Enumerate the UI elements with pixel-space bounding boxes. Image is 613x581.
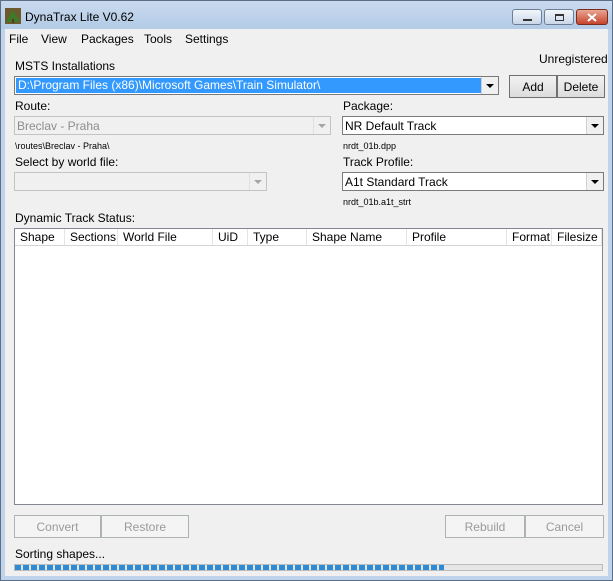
- delete-installation-button[interactable]: Delete: [557, 75, 605, 98]
- route-path: \routes\Breclav - Praha\: [15, 141, 110, 151]
- menu-packages[interactable]: Packages: [81, 32, 134, 46]
- dynamic-track-status-label: Dynamic Track Status:: [15, 211, 136, 225]
- column-header-shape[interactable]: Shape: [15, 229, 65, 245]
- app-icon: [5, 8, 21, 24]
- title-bar[interactable]: DynaTrax Lite V0.62: [1, 1, 612, 29]
- track-profile-id: nrdt_01b.a1t_strt: [343, 197, 412, 207]
- status-text: Sorting shapes...: [15, 547, 106, 561]
- menu-view[interactable]: View: [41, 32, 67, 46]
- package-select[interactable]: NR Default Track: [342, 116, 604, 135]
- menu-file[interactable]: File: [9, 32, 28, 46]
- world-file-select: [14, 172, 267, 191]
- track-profile-label: Track Profile:: [343, 155, 414, 169]
- route-select: Breclav - Praha: [14, 116, 331, 135]
- column-header-sections[interactable]: Sections: [65, 229, 118, 245]
- column-header-world-file[interactable]: World File: [118, 229, 213, 245]
- package-file: nrdt_01b.dpp: [343, 141, 397, 151]
- chevron-down-icon[interactable]: [586, 173, 603, 190]
- progress-fill: [15, 565, 444, 570]
- header-divider: [15, 245, 602, 246]
- close-icon: [587, 12, 597, 22]
- restore-button[interactable]: Restore: [101, 515, 189, 538]
- column-header-shape-name[interactable]: Shape Name: [307, 229, 407, 245]
- package-label: Package:: [343, 99, 394, 113]
- menu-settings[interactable]: Settings: [185, 32, 228, 46]
- chevron-down-icon: [313, 117, 330, 134]
- rebuild-button[interactable]: Rebuild: [445, 515, 525, 538]
- track-status-list[interactable]: Shape Sections World File UiD Type Shape…: [14, 228, 603, 505]
- minimize-icon: [522, 18, 532, 21]
- column-header-type[interactable]: Type: [248, 229, 307, 245]
- chevron-down-icon[interactable]: [481, 77, 498, 94]
- column-header-uid[interactable]: UiD: [213, 229, 248, 245]
- route-value: Breclav - Praha: [17, 119, 100, 133]
- cancel-button[interactable]: Cancel: [525, 515, 604, 538]
- column-header-filesize[interactable]: Filesize: [552, 229, 602, 245]
- menu-tools[interactable]: Tools: [144, 32, 172, 46]
- track-profile-value: A1t Standard Track: [345, 175, 448, 189]
- track-profile-select[interactable]: A1t Standard Track: [342, 172, 604, 191]
- msts-installation-select[interactable]: D:\Program Files (x86)\Microsoft Games\T…: [14, 76, 499, 95]
- world-file-label: Select by world file:: [15, 155, 119, 169]
- registration-status: Unregistered: [539, 52, 608, 66]
- chevron-down-icon: [249, 173, 266, 190]
- progress-bar: [14, 564, 603, 571]
- column-header-format[interactable]: Format: [507, 229, 552, 245]
- maximize-button[interactable]: [544, 9, 574, 25]
- app-window: DynaTrax Lite V0.62 File View Packages T…: [0, 0, 613, 581]
- msts-installation-value: D:\Program Files (x86)\Microsoft Games\T…: [16, 78, 483, 93]
- minimize-button[interactable]: [512, 9, 542, 25]
- route-label: Route:: [15, 99, 51, 113]
- msts-installations-label: MSTS Installations: [15, 59, 116, 73]
- menu-bar: File View Packages Tools Settings: [5, 29, 608, 48]
- window-title: DynaTrax Lite V0.62: [25, 10, 134, 24]
- column-header-profile[interactable]: Profile: [407, 229, 507, 245]
- package-value: NR Default Track: [345, 119, 437, 133]
- maximize-icon: [554, 13, 564, 21]
- chevron-down-icon[interactable]: [586, 117, 603, 134]
- client-area: File View Packages Tools Settings Unregi…: [5, 29, 608, 576]
- add-installation-button[interactable]: Add: [509, 75, 557, 98]
- convert-button[interactable]: Convert: [14, 515, 101, 538]
- close-button[interactable]: [576, 9, 608, 25]
